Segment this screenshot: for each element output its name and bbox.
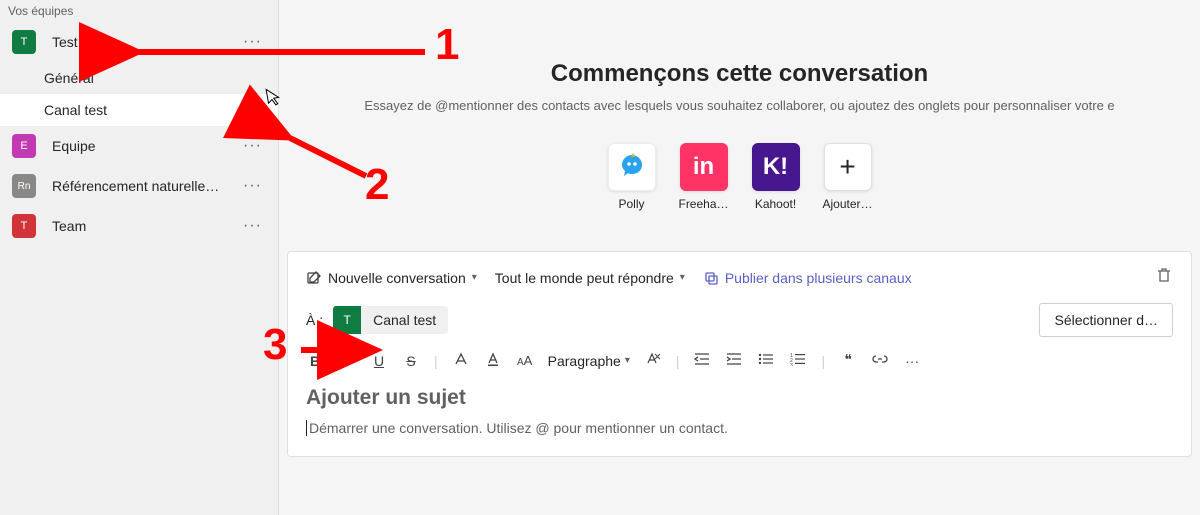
publish-label: Publier dans plusieurs canaux — [725, 270, 912, 286]
team-item-referencement[interactable]: Rn Référencement naturelle… ··· — [0, 166, 278, 206]
separator: | — [821, 353, 825, 369]
welcome-panel: Commençons cette conversation Essayez de… — [279, 60, 1200, 211]
team-name: Equipe — [52, 138, 239, 154]
highlight-button[interactable] — [452, 351, 470, 370]
team-item-team[interactable]: T Team ··· — [0, 206, 278, 246]
team-name: Référencement naturelle… — [52, 178, 239, 194]
separator: | — [434, 353, 438, 369]
message-body-input[interactable]: Démarrer une conversation. Utilisez @ po… — [306, 420, 1173, 436]
new-conversation-label: Nouvelle conversation — [328, 270, 466, 286]
welcome-title: Commençons cette conversation — [319, 60, 1160, 88]
team-avatar: T — [12, 30, 36, 54]
app-tile-polly[interactable]: Polly — [602, 143, 662, 211]
app-icon: K! — [752, 143, 800, 191]
recipient-row: À : T Canal test Sélectionner d… — [306, 303, 1173, 337]
team-item-equipe[interactable]: E Equipe ··· — [0, 126, 278, 166]
welcome-subtitle: Essayez de @mentionner des contacts avec… — [319, 98, 1160, 113]
channel-item-canal-test[interactable]: Canal test — [0, 94, 278, 126]
indent-decrease-button[interactable] — [693, 352, 711, 369]
bold-button[interactable]: B — [306, 353, 324, 369]
quote-button[interactable]: ❝ — [839, 352, 857, 369]
app-tile-kahoot[interactable]: K! Kahoot! — [746, 143, 806, 211]
link-button[interactable] — [871, 352, 889, 369]
publish-multiple-button[interactable]: Publier dans plusieurs canaux — [703, 270, 912, 286]
chip-avatar: T — [333, 306, 361, 334]
app-tile-freehand[interactable]: in Freeha… — [674, 143, 734, 211]
chip-label: Canal test — [361, 312, 448, 328]
main-content: Commençons cette conversation Essayez de… — [279, 0, 1200, 515]
more-icon[interactable]: ··· — [239, 177, 266, 195]
number-list-button[interactable]: 123 — [789, 352, 807, 369]
delete-button[interactable] — [1155, 266, 1173, 289]
app-label: Freeha… — [678, 197, 728, 211]
app-icon — [608, 143, 656, 191]
more-icon[interactable]: ··· — [239, 33, 266, 51]
sidebar: Vos équipes T Test ··· Général Canal tes… — [0, 0, 279, 515]
font-size-button[interactable]: AA — [516, 353, 534, 368]
app-tiles: Polly in Freeha… K! Kahoot! + Ajouter… — [319, 143, 1160, 211]
separator: | — [676, 353, 680, 369]
channel-item-general[interactable]: Général — [0, 62, 278, 94]
font-color-button[interactable] — [484, 351, 502, 370]
more-format-button[interactable]: ··· — [903, 353, 921, 369]
team-item-test[interactable]: T Test ··· — [0, 22, 278, 62]
chevron-down-icon: ▾ — [472, 272, 477, 283]
app-label: Kahoot! — [755, 197, 796, 211]
subject-input[interactable]: Ajouter un sujet — [306, 386, 1173, 410]
composer: Nouvelle conversation ▾ Tout le monde pe… — [287, 251, 1192, 457]
recipient-chip[interactable]: T Canal test — [333, 306, 448, 334]
app-tile-add[interactable]: + Ajouter… — [818, 143, 878, 211]
team-avatar: Rn — [12, 174, 36, 198]
copy-icon — [703, 270, 719, 286]
more-icon[interactable]: ··· — [239, 137, 266, 155]
reply-scope-label: Tout le monde peut répondre — [495, 270, 674, 286]
select-channels-button[interactable]: Sélectionner d… — [1039, 303, 1173, 337]
composer-top-bar: Nouvelle conversation ▾ Tout le monde pe… — [306, 266, 1173, 289]
team-name: Test — [52, 34, 239, 50]
app-icon: in — [680, 143, 728, 191]
to-label: À : — [306, 312, 323, 328]
more-icon[interactable]: ··· — [239, 217, 266, 235]
team-avatar: T — [12, 214, 36, 238]
team-avatar: E — [12, 134, 36, 158]
svg-text:3: 3 — [790, 363, 793, 366]
chevron-down-icon: ▾ — [625, 355, 630, 366]
clear-format-button[interactable] — [644, 351, 662, 370]
underline-button[interactable]: U — [370, 353, 388, 369]
paragraph-dropdown[interactable]: Paragraphe ▾ — [548, 353, 630, 369]
reply-scope-dropdown[interactable]: Tout le monde peut répondre ▾ — [495, 270, 685, 286]
app-label: Polly — [618, 197, 644, 211]
strikethrough-button[interactable]: S — [402, 353, 420, 369]
team-name: Team — [52, 218, 239, 234]
plus-icon: + — [824, 143, 872, 191]
app-label: Ajouter… — [822, 197, 872, 211]
sidebar-header: Vos équipes — [0, 0, 278, 22]
bullet-list-button[interactable] — [757, 352, 775, 369]
compose-icon — [306, 270, 322, 286]
indent-increase-button[interactable] — [725, 352, 743, 369]
format-toolbar: B I U S | AA Paragraphe ▾ | — [306, 351, 1173, 370]
italic-button[interactable]: I — [338, 353, 356, 369]
new-conversation-dropdown[interactable]: Nouvelle conversation ▾ — [306, 270, 477, 286]
chevron-down-icon: ▾ — [680, 272, 685, 283]
